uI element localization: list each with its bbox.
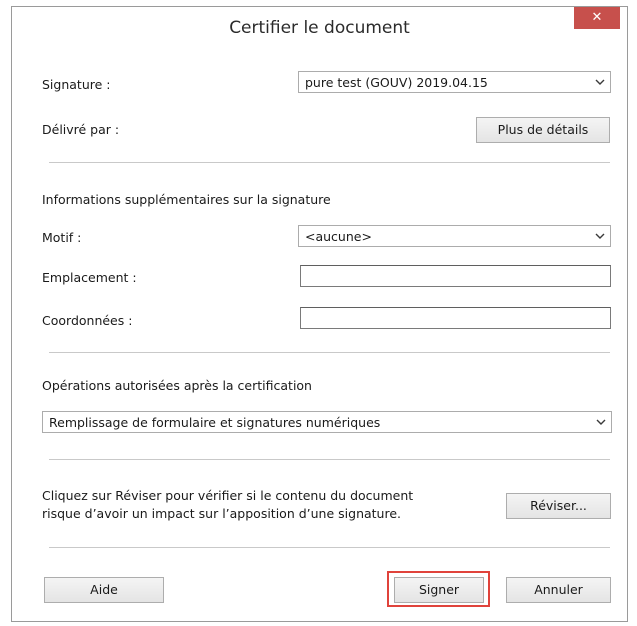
divider bbox=[49, 459, 610, 460]
review-description-line: Cliquez sur Réviser pour vérifier si le … bbox=[42, 488, 414, 503]
close-button[interactable]: ✕ bbox=[574, 7, 620, 29]
extra-info-heading: Informations supplémentaires sur la sign… bbox=[42, 192, 331, 207]
signature-label: Signature : bbox=[42, 77, 111, 92]
divider bbox=[49, 352, 610, 353]
help-button[interactable]: Aide bbox=[44, 577, 164, 603]
location-field[interactable] bbox=[300, 265, 611, 287]
reason-label: Motif : bbox=[42, 230, 82, 245]
review-description-line: risque d’avoir un impact sur l’appositio… bbox=[42, 506, 401, 521]
contact-field[interactable] bbox=[300, 307, 611, 329]
dialog-title: Certifier le document bbox=[229, 18, 410, 38]
permissions-select-value: Remplissage de formulaire et signatures … bbox=[49, 415, 381, 430]
title-bar: Certifier le document ✕ bbox=[12, 7, 627, 49]
chevron-down-icon bbox=[590, 226, 610, 246]
divider bbox=[49, 162, 610, 163]
reason-select[interactable]: <aucune> bbox=[298, 225, 611, 247]
chevron-down-icon bbox=[591, 412, 611, 432]
reason-select-value: <aucune> bbox=[305, 229, 372, 244]
divider bbox=[49, 547, 610, 548]
issuer-label: Délivré par : bbox=[42, 122, 120, 137]
signature-select-value: pure test (GOUV) 2019.04.15 bbox=[305, 75, 488, 90]
permissions-heading: Opérations autorisées après la certifica… bbox=[42, 378, 312, 393]
close-icon: ✕ bbox=[591, 10, 603, 25]
signature-select[interactable]: pure test (GOUV) 2019.04.15 bbox=[298, 71, 611, 93]
review-description: Cliquez sur Réviser pour vérifier si le … bbox=[42, 487, 413, 523]
contact-label: Coordonnées : bbox=[42, 313, 133, 328]
certify-dialog: Certifier le document ✕ Signature : pure… bbox=[11, 6, 628, 622]
sign-button[interactable]: Signer bbox=[394, 577, 484, 603]
permissions-select[interactable]: Remplissage de formulaire et signatures … bbox=[42, 411, 612, 433]
cancel-button[interactable]: Annuler bbox=[506, 577, 611, 603]
review-button[interactable]: Réviser... bbox=[506, 493, 611, 519]
more-details-button[interactable]: Plus de détails bbox=[476, 117, 610, 143]
location-label: Emplacement : bbox=[42, 270, 137, 285]
chevron-down-icon bbox=[590, 72, 610, 92]
